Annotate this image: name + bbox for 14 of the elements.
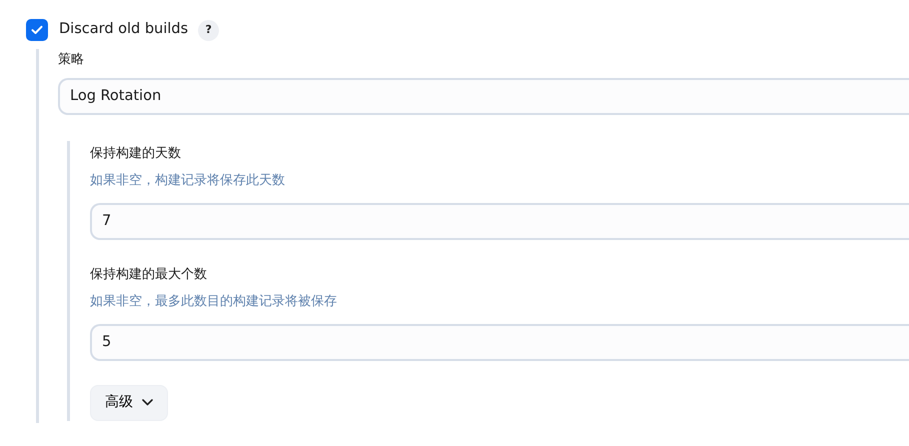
field-hint: 如果非空，构建记录将保存此天数 <box>90 172 286 190</box>
option-label: Discard old builds <box>59 20 188 40</box>
field-label: 策略 <box>58 51 85 69</box>
field-hint: 如果非空，最多此数目的构建记录将被保存 <box>90 293 338 311</box>
input-field[interactable]: 5 <box>90 324 909 360</box>
advanced-button[interactable]: 高级 <box>90 384 168 420</box>
input-field[interactable]: 7 <box>90 202 909 240</box>
help-button[interactable]: ? <box>198 20 220 40</box>
caret-icon <box>142 399 153 406</box>
checkbox[interactable] <box>26 19 48 41</box>
field-label: 保持构建的最大个数 <box>90 266 208 284</box>
strategy-field[interactable]: Log Rotation <box>58 78 909 114</box>
field-label: 保持构建的天数 <box>90 144 182 162</box>
check-icon <box>31 25 43 35</box>
